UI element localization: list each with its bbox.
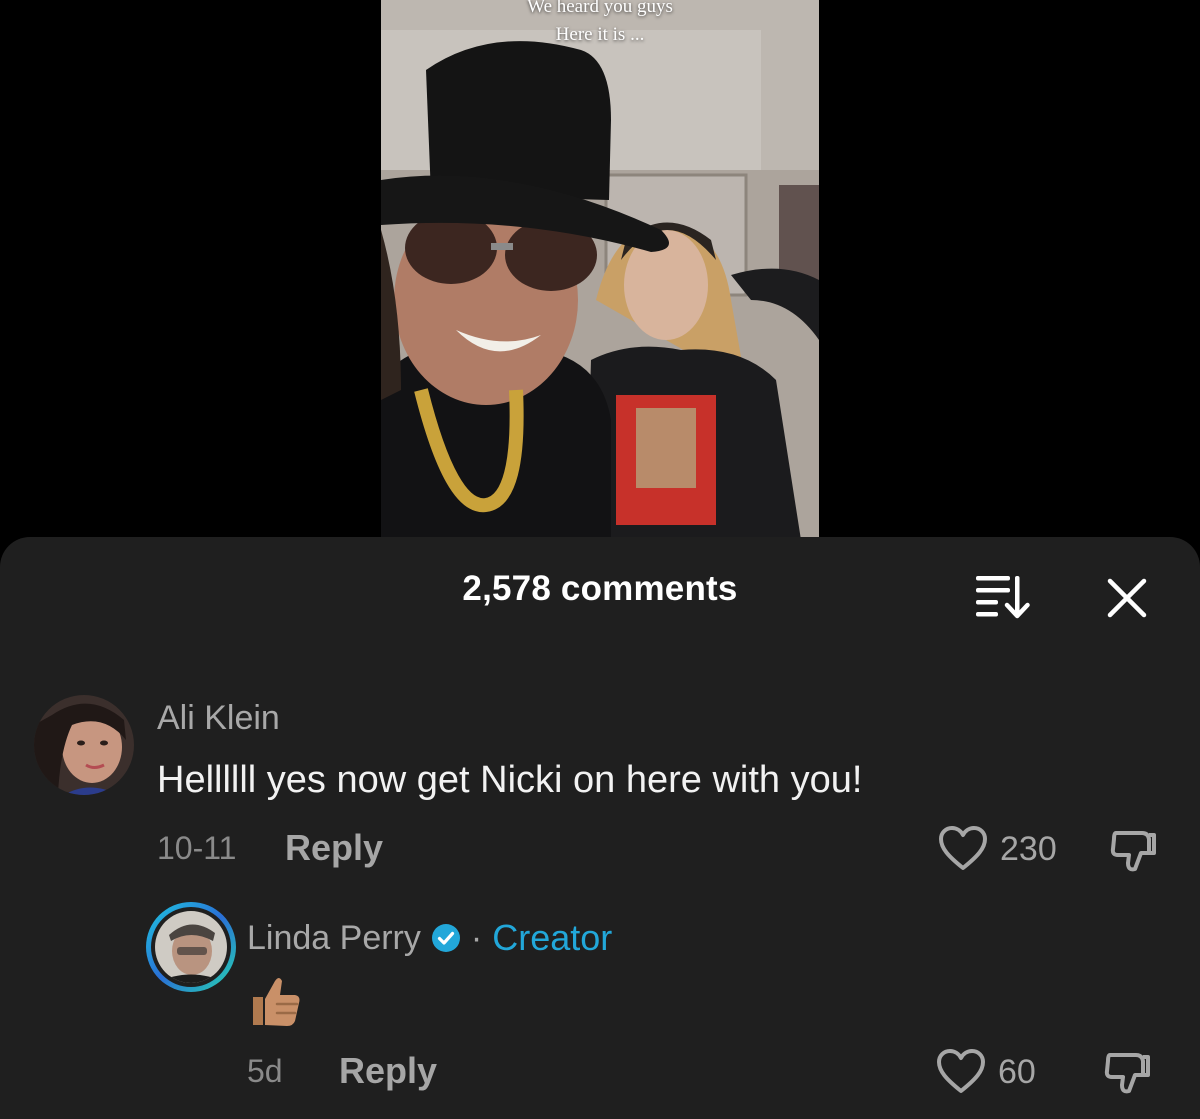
comment-username[interactable]: Ali Klein (157, 699, 280, 738)
video-caption-line2: Here it is ... (555, 24, 645, 45)
sort-icon (976, 576, 1030, 619)
heart-icon (937, 1049, 985, 1093)
like-button-2[interactable]: 60 (936, 1049, 1036, 1095)
reply-button[interactable]: Reply (285, 827, 383, 869)
dislike-button-2[interactable] (1102, 1047, 1152, 1102)
close-icon (1107, 578, 1147, 618)
reply-header: Linda Perry · Creator (247, 917, 612, 959)
reply-date: 5d (247, 1053, 283, 1089)
creator-badge: Creator (492, 917, 613, 958)
avatar-ring (151, 907, 231, 987)
video-caption-line1: We heard you guys (527, 0, 673, 17)
avatar-ali-klein[interactable] (34, 695, 134, 795)
user-avatar-image (34, 695, 134, 795)
like-count: 230 (1000, 829, 1057, 868)
comments-sheet: 2,578 comments Ali Klein Hellllll yes no… (0, 537, 1200, 1119)
close-button[interactable] (1100, 571, 1154, 625)
comment-text: Hellllll yes now get Nicki on here with … (157, 759, 863, 801)
dislike-button[interactable] (1108, 825, 1158, 880)
video-thumbnail-image (381, 0, 819, 540)
comment-date: 10-11 (157, 830, 237, 866)
thumbs-down-icon (1104, 1053, 1150, 1094)
comments-header: 2,578 comments (0, 537, 1200, 647)
reply-button-2[interactable]: Reply (339, 1050, 437, 1092)
like-button[interactable]: 230 (938, 826, 1057, 872)
verified-badge-icon (431, 923, 461, 953)
heart-icon (939, 826, 987, 870)
reply-username[interactable]: Linda Perry (247, 919, 421, 958)
sort-button[interactable] (972, 571, 1034, 619)
thumbs-down-icon (1110, 831, 1156, 872)
creator-avatar-image (155, 911, 227, 983)
video-player[interactable]: We heard you guys Here it is ... (381, 0, 819, 540)
thumbs-up-emoji-icon (247, 973, 303, 1034)
separator-dot: · (470, 918, 483, 957)
video-area: We heard you guys Here it is ... (0, 0, 1200, 540)
avatar-linda-perry[interactable] (146, 902, 236, 992)
like-count-2: 60 (998, 1052, 1036, 1091)
